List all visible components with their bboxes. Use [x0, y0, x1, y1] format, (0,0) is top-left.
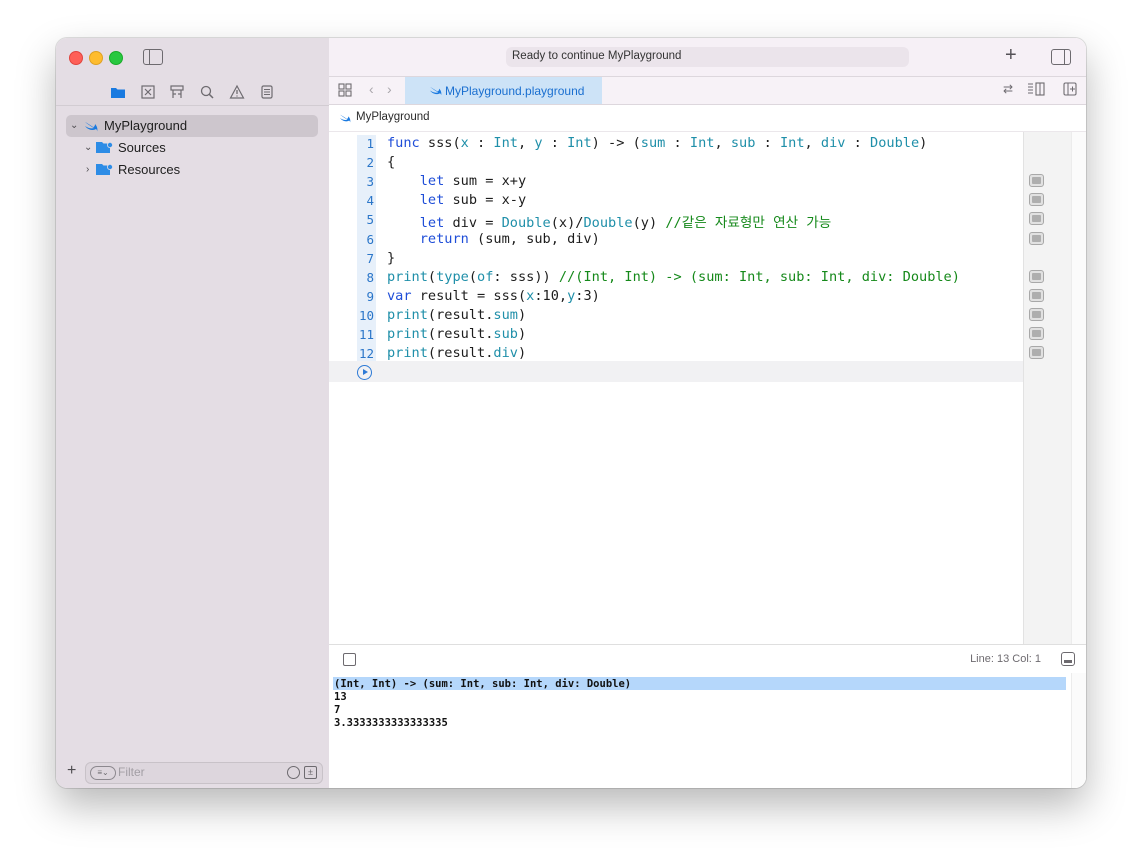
quick-look-icon[interactable]	[1029, 308, 1044, 321]
code-line: var result = sss(x:10,y:3)	[387, 288, 600, 304]
quick-look-icon[interactable]	[1029, 327, 1044, 340]
tree-item-label: Sources	[118, 140, 166, 155]
line-number: 10	[358, 308, 374, 323]
code-line: print(result.sum)	[387, 307, 527, 323]
quick-look-icon[interactable]	[1029, 270, 1044, 283]
jump-bar: MyPlayground	[329, 105, 1086, 132]
line-number: 2	[366, 155, 374, 170]
swift-icon	[340, 114, 351, 123]
swap-arrows-icon[interactable]: ⇄	[1003, 82, 1013, 96]
add-editor-icon[interactable]	[1063, 82, 1077, 96]
console-line: (Int, Int) -> (sum: Int, sub: Int, div: …	[334, 678, 632, 690]
hide-debug-area-checkbox[interactable]	[343, 653, 356, 666]
chevron-down-icon[interactable]: ⌄	[84, 137, 92, 159]
report-navigator-icon[interactable]	[259, 84, 275, 100]
editor-area: Ready to continue MyPlayground + ‹ › MyP…	[329, 38, 1086, 788]
folder-icon	[96, 142, 113, 153]
adjust-editor-icon[interactable]	[1027, 82, 1045, 96]
current-line-highlight	[329, 361, 1023, 382]
inspector-toggle-icon[interactable]	[1051, 49, 1071, 65]
back-arrow-icon[interactable]: ‹	[369, 81, 374, 97]
quick-look-icon[interactable]	[1029, 212, 1044, 225]
console-line: 13	[334, 691, 347, 703]
quick-look-icon[interactable]	[1029, 232, 1044, 245]
quick-look-icon[interactable]	[1029, 174, 1044, 187]
quick-look-icon[interactable]	[1029, 193, 1044, 206]
line-number: 5	[366, 212, 374, 227]
forward-arrow-icon[interactable]: ›	[387, 81, 392, 97]
symbol-navigator-icon[interactable]	[169, 84, 185, 100]
console-scrollbar[interactable]	[1071, 673, 1086, 788]
code-line: let div = Double(x)/Double(y) //같은 자료형만 …	[419, 215, 832, 231]
code-line: print(result.div)	[387, 345, 527, 361]
code-editor[interactable]: 1 2 3 4 5 6 7 8 9 10 11 12 func sss(x : …	[329, 132, 1086, 644]
filter-scm-icon[interactable]: ±	[304, 766, 317, 779]
line-number: 9	[366, 289, 374, 304]
related-items-icon[interactable]	[338, 83, 352, 97]
line-number: 7	[366, 251, 374, 266]
source-control-icon[interactable]	[140, 84, 156, 100]
results-sidebar	[1023, 132, 1072, 644]
toolbar: Ready to continue MyPlayground +	[329, 38, 1086, 77]
status-text: Ready to continue MyPlayground	[512, 50, 682, 62]
swift-icon	[85, 122, 98, 132]
recent-files-icon[interactable]	[287, 766, 300, 779]
sidebar-toggle-icon[interactable]	[143, 49, 163, 65]
line-number: 12	[358, 346, 374, 361]
filter-input[interactable]: ≡⌄ Filter ±	[85, 762, 323, 784]
folder-icon	[96, 164, 113, 175]
tree-item-sources[interactable]: ⌄ Sources	[84, 137, 314, 159]
cursor-position: Line: 13 Col: 1	[970, 653, 1041, 665]
navigator-tabs	[56, 81, 329, 106]
code-line: let sub = x-y	[419, 192, 527, 208]
console-line: 3.3333333333333335	[334, 717, 448, 729]
code-line: return (sum, sub, div)	[419, 231, 600, 247]
code-line: {	[387, 154, 396, 170]
quick-look-icon[interactable]	[1029, 289, 1044, 302]
code-line: print(result.sub)	[387, 326, 527, 342]
console-line: 7	[334, 704, 341, 716]
minimize-window-button[interactable]	[89, 51, 103, 65]
line-number: 11	[358, 327, 374, 342]
add-file-button[interactable]: +	[67, 762, 76, 780]
line-number: 3	[366, 174, 374, 189]
line-number: 1	[366, 136, 374, 151]
line-number: 6	[366, 232, 374, 247]
chevron-down-icon[interactable]: ⌄	[70, 115, 78, 137]
chevron-right-icon[interactable]: ›	[86, 159, 89, 181]
filter-options-icon[interactable]: ≡⌄	[90, 766, 116, 780]
project-navigator-icon[interactable]	[110, 84, 126, 100]
find-navigator-icon[interactable]	[199, 84, 215, 100]
filter-bar: + ≡⌄ Filter ±	[56, 760, 329, 788]
close-window-button[interactable]	[69, 51, 83, 65]
run-playground-icon[interactable]	[357, 365, 372, 380]
editor-scrollbar[interactable]	[1071, 132, 1086, 644]
code-line: let sum = x+y	[419, 173, 527, 189]
tree-item-label: MyPlayground	[104, 118, 188, 133]
tree-item-resources[interactable]: › Resources	[84, 159, 314, 181]
issue-navigator-icon[interactable]	[229, 84, 245, 100]
tab-myplayground[interactable]: MyPlayground.playground	[405, 77, 602, 104]
debug-bar: Line: 13 Col: 1	[329, 644, 1086, 674]
code-line: func sss(x : Int, y : Int) -> (sum : Int…	[387, 135, 928, 151]
tab-bar: ‹ › MyPlayground.playground ⇄	[329, 77, 1086, 105]
breadcrumb[interactable]: MyPlayground	[356, 111, 430, 123]
navigator-sidebar: ⌄ MyPlayground ⌄ Sources › Resources + ≡…	[56, 38, 330, 788]
line-number: 8	[366, 270, 374, 285]
console-output[interactable]: (Int, Int) -> (sum: Int, sub: Int, div: …	[329, 673, 1086, 788]
xcode-window: ⌄ MyPlayground ⌄ Sources › Resources + ≡…	[56, 38, 1086, 788]
toggle-console-icon[interactable]	[1061, 652, 1075, 666]
code-line: }	[387, 250, 396, 266]
filter-placeholder: Filter	[118, 765, 145, 779]
line-number: 4	[366, 193, 374, 208]
swift-icon	[430, 86, 442, 96]
tree-item-myplayground[interactable]: ⌄ MyPlayground	[66, 115, 318, 137]
quick-look-icon[interactable]	[1029, 346, 1044, 359]
tab-label: MyPlayground.playground	[445, 84, 585, 98]
activity-status: Ready to continue MyPlayground	[506, 47, 909, 67]
code-line: print(type(of: sss)) //(Int, Int) -> (su…	[387, 269, 960, 285]
zoom-window-button[interactable]	[109, 51, 123, 65]
add-library-button[interactable]: +	[1005, 44, 1017, 67]
tree-item-label: Resources	[118, 162, 181, 177]
